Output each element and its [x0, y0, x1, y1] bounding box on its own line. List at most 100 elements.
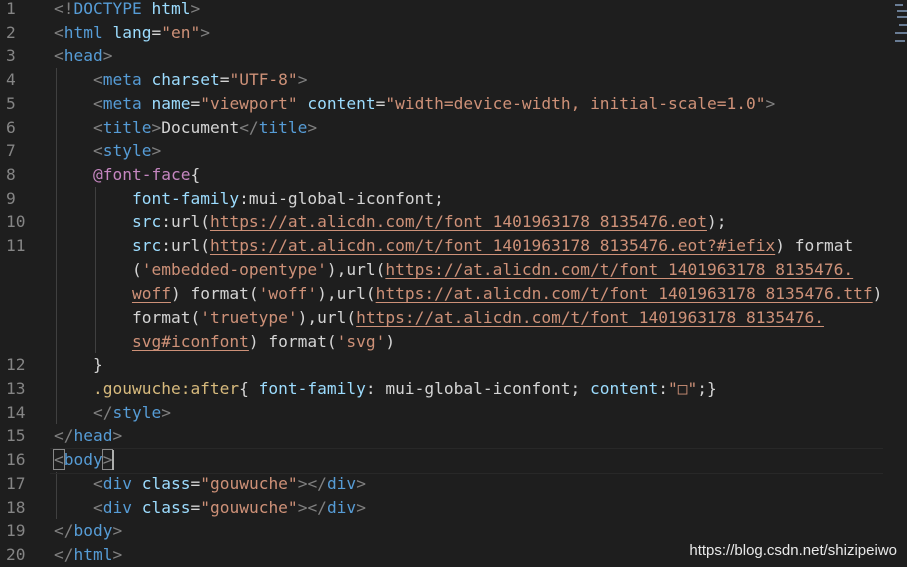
attribute-name: charset	[151, 70, 220, 89]
format-string: 'svg'	[336, 332, 386, 351]
tag-bracket: </	[307, 498, 327, 517]
code-line-11-wrap-1[interactable]: ('embedded-opentype'),url(https://at.ali…	[54, 258, 883, 282]
brace: {	[239, 379, 259, 398]
url-function: ),url(	[326, 260, 386, 279]
code-line-10[interactable]: src:url(https://at.alicdn.com/t/font_140…	[54, 210, 883, 234]
format-function: format(	[258, 332, 337, 351]
tag-bracket: </	[239, 118, 259, 137]
code-line-5[interactable]: <meta name="viewport" content="width=dev…	[54, 92, 883, 116]
code-line-9[interactable]: font-family:mui-global-iconfont;	[54, 187, 883, 211]
code-line-18[interactable]: <div class="gouwuche"></div>	[54, 496, 883, 520]
css-property: content	[590, 379, 659, 398]
url-link[interactable]: https://at.alicdn.com/t/font_1401963178_…	[356, 308, 824, 327]
minimap[interactable]	[893, 0, 907, 46]
code-line-11-wrap-3[interactable]: format('truetype'),url(https://at.alicdn…	[54, 306, 883, 330]
paren: )	[170, 284, 181, 303]
line-number: 15	[6, 426, 26, 445]
url-function: ),url(	[297, 308, 357, 327]
code-line-1[interactable]: <!DOCTYPE html>	[54, 0, 883, 21]
tag-bracket: </	[54, 426, 74, 445]
brace: {	[190, 165, 201, 184]
doctype-value: html	[151, 0, 191, 18]
colon: :	[161, 212, 171, 231]
code-line-13[interactable]: .gouwuche:after{ font-family: mui-global…	[54, 377, 883, 401]
attribute-name: class	[141, 474, 191, 493]
url-link[interactable]: woff	[132, 284, 171, 303]
code-line-11-wrap-2[interactable]: woff) format('woff'),url(https://at.alic…	[54, 282, 883, 306]
code-line-11-wrap-4[interactable]: svg#iconfont) format('svg')	[54, 330, 883, 354]
tag-bracket: >	[151, 118, 162, 137]
url-function: url(	[170, 236, 210, 255]
code-line-8[interactable]: @font-face{	[54, 163, 883, 187]
url-link[interactable]: svg#iconfont	[132, 332, 249, 351]
code-line-14[interactable]: </style>	[54, 401, 883, 425]
line-number: 4	[6, 70, 16, 89]
css-property: src	[131, 212, 162, 231]
tag-name: title	[102, 118, 152, 137]
css-property: src	[131, 236, 162, 255]
tag-bracket: >	[356, 474, 366, 493]
paren: )	[248, 332, 259, 351]
line-number: 2	[6, 23, 16, 42]
tag-bracket: <	[92, 141, 103, 160]
code-line-2[interactable]: <html lang="en">	[54, 21, 883, 45]
code-line-3[interactable]: <head>	[54, 44, 883, 68]
attribute-value: "gouwuche"	[200, 498, 298, 517]
css-property: font-family	[258, 379, 366, 398]
equals: =	[190, 474, 201, 493]
tag-bracket: </	[54, 545, 74, 564]
code-line-17[interactable]: <div class="gouwuche"></div>	[54, 472, 883, 496]
url-link[interactable]: https://at.alicdn.com/t/font_1401963178_…	[210, 212, 707, 231]
tag-name: style	[102, 141, 152, 160]
url-link[interactable]: https://at.alicdn.com/t/font_1401963178_…	[210, 236, 775, 255]
tag-bracket: >	[190, 0, 201, 18]
tag-bracket: >	[112, 545, 123, 564]
attribute-name: class	[141, 498, 191, 517]
tag-name: html	[63, 23, 103, 42]
at-rule: @font-face	[92, 165, 191, 184]
line-number: 19	[6, 521, 26, 540]
tag-name: div	[326, 498, 357, 517]
minimap-line	[895, 40, 905, 42]
minimap-line	[897, 10, 907, 12]
colon: :	[161, 236, 171, 255]
code-line-15[interactable]: </head>	[54, 424, 883, 448]
title-text: Document	[161, 118, 240, 137]
code-line-16[interactable]: <body>	[53, 448, 883, 472]
tag-name: div	[102, 474, 132, 493]
code-line-19[interactable]: </body>	[54, 519, 883, 543]
attribute-value: "width=device-width, initial-scale=1.0"	[385, 94, 766, 113]
code-line-6[interactable]: <title>Document</title>	[54, 116, 883, 140]
minimap-line	[895, 4, 903, 6]
tag-bracket: <	[54, 23, 64, 42]
code-line-7[interactable]: <style>	[54, 139, 883, 163]
code-line-11[interactable]: src:url(https://at.alicdn.com/t/font_140…	[54, 234, 883, 258]
line-number: 8	[6, 165, 16, 184]
format-function: format(	[131, 308, 201, 327]
equals: =	[151, 23, 162, 42]
url-link[interactable]: https://at.alicdn.com/t/font_1401963178_…	[385, 260, 853, 279]
code-line-12[interactable]: }	[54, 353, 883, 377]
code-line-4[interactable]: <meta charset="UTF-8">	[54, 68, 883, 92]
format-string: 'woff'	[258, 284, 318, 303]
url-link[interactable]: https://at.alicdn.com/t/font_1401963178_…	[376, 284, 873, 303]
line-number: 3	[6, 46, 16, 65]
format-string: 'embedded-opentype'	[141, 260, 327, 279]
paren: )	[385, 332, 396, 351]
css-property: font-family	[131, 189, 240, 208]
tag-bracket: <	[92, 70, 103, 89]
content-string: "□"	[668, 379, 698, 398]
line-number: 6	[6, 118, 16, 137]
brace: }	[92, 355, 103, 374]
paren: )	[775, 236, 785, 255]
tag-bracket: >	[297, 498, 308, 517]
equals: =	[190, 94, 201, 113]
line-number: 7	[6, 141, 16, 160]
line-number: 17	[6, 474, 26, 493]
paren: (	[131, 260, 142, 279]
minimap-line	[899, 24, 907, 26]
tag-bracket: <	[53, 449, 65, 470]
tag-name: html	[73, 545, 113, 564]
attribute-name: content	[307, 94, 376, 113]
line-number: 1	[6, 0, 16, 18]
